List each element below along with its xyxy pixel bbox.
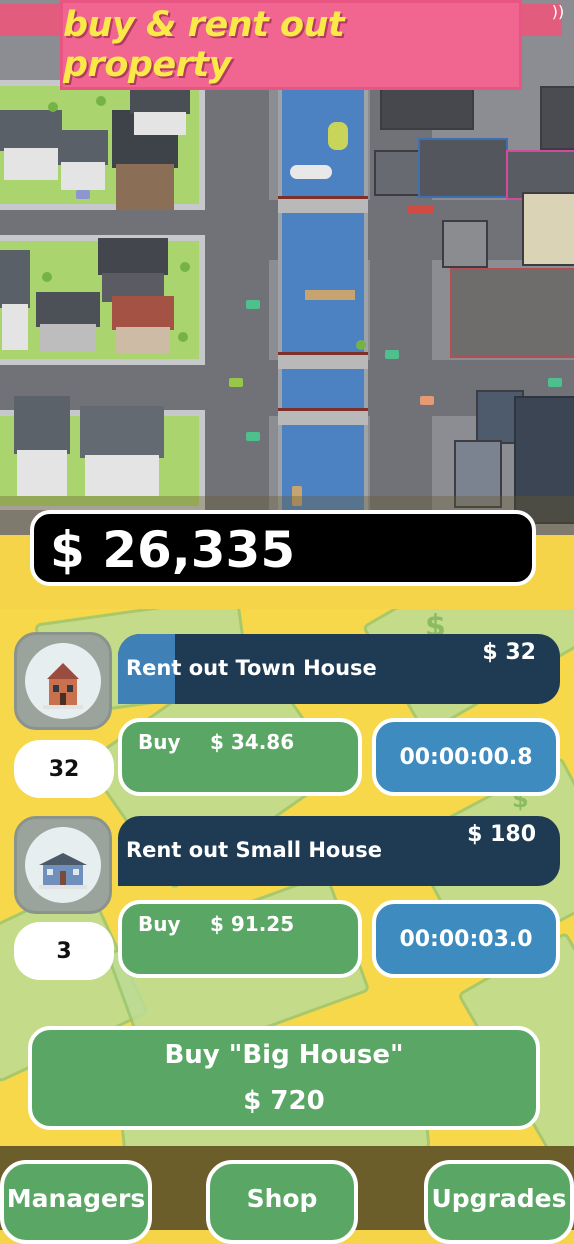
car	[548, 378, 562, 387]
car	[246, 300, 260, 309]
buy-price: $ 34.86	[210, 730, 295, 754]
tree	[96, 96, 106, 106]
small-house-icon-frame	[14, 816, 112, 914]
rent-amount: $ 180	[467, 822, 536, 847]
title-banner: buy & rent out property	[60, 0, 522, 90]
buy-big-house-button[interactable]: Buy "Big House" $ 720	[28, 1026, 540, 1130]
buy-price: $ 91.25	[210, 912, 295, 936]
town-house-icon-frame	[14, 632, 112, 730]
managers-button[interactable]: Managers	[0, 1160, 152, 1244]
tree	[48, 102, 58, 112]
tree	[42, 272, 52, 282]
car	[385, 350, 399, 359]
house	[58, 130, 108, 190]
house	[112, 296, 174, 354]
building	[522, 192, 574, 266]
big-house-label: Buy "Big House"	[164, 1040, 404, 1070]
house	[14, 396, 70, 496]
canal	[278, 80, 368, 520]
house	[98, 238, 168, 302]
rent-label: Rent out Town House	[126, 656, 377, 680]
building	[418, 138, 508, 198]
car	[408, 205, 434, 214]
building	[442, 220, 488, 268]
car	[76, 190, 90, 199]
tree	[356, 340, 366, 350]
money-amount: $ 26,335	[50, 521, 296, 579]
small-house-icon	[25, 827, 101, 903]
car	[229, 378, 243, 387]
big-house-price: $ 720	[243, 1086, 325, 1116]
house	[130, 85, 190, 135]
title-text: buy & rent out property	[63, 5, 345, 85]
bridge	[278, 196, 368, 213]
rent-amount: $ 32	[482, 640, 536, 665]
house	[80, 406, 164, 496]
buy-label: Buy	[138, 730, 181, 754]
town-house-count: 32	[14, 740, 114, 798]
building	[540, 86, 574, 150]
building	[380, 86, 474, 130]
boat	[328, 122, 348, 150]
dock	[305, 290, 355, 300]
house	[0, 250, 30, 350]
house	[0, 110, 62, 180]
building	[374, 150, 420, 196]
buy-town-house-button[interactable]: Buy $ 34.86	[118, 718, 362, 796]
buy-label: Buy	[138, 912, 181, 936]
house	[36, 292, 100, 352]
shop-button[interactable]: Shop	[206, 1160, 358, 1244]
car	[420, 396, 434, 405]
tree	[180, 262, 190, 272]
small-house-timer[interactable]: 00:00:03.0	[372, 900, 560, 978]
bridge	[278, 352, 368, 369]
town-house-timer[interactable]: 00:00:00.8	[372, 718, 560, 796]
buy-small-house-button[interactable]: Buy $ 91.25	[118, 900, 362, 978]
bridge	[278, 408, 368, 425]
rent-small-house-button[interactable]: Rent out Small House $ 180	[118, 816, 560, 886]
building	[450, 268, 574, 358]
rent-town-house-button[interactable]: Rent out Town House $ 32	[118, 634, 560, 704]
upgrades-button[interactable]: Upgrades	[424, 1160, 574, 1244]
tree	[178, 332, 188, 342]
car	[246, 432, 260, 441]
small-house-count: 3	[14, 922, 114, 980]
rent-label: Rent out Small House	[126, 838, 383, 862]
sound-icon[interactable]: ))	[548, 2, 568, 22]
town-house-icon	[25, 643, 101, 719]
boat	[290, 165, 332, 179]
